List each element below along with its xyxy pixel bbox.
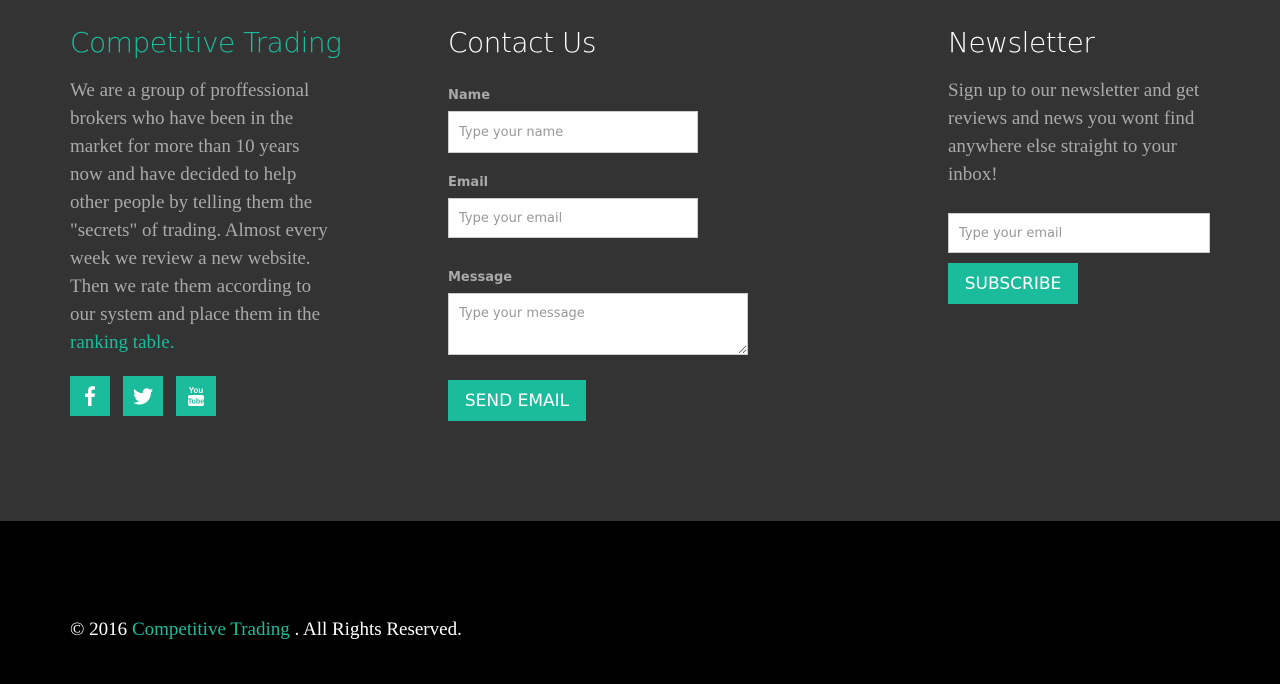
social-links: You Tube [70,376,216,416]
twitter-icon [133,387,153,405]
newsletter-title: Newsletter [948,26,1095,59]
message-textarea[interactable] [448,293,748,355]
svg-text:Tube: Tube [188,399,204,406]
youtube-button[interactable]: You Tube [176,376,216,416]
newsletter-email-input[interactable] [948,213,1210,253]
copyright-text: © 2016 Competitive Trading . All Rights … [70,619,462,641]
about-text: We are a group of proffessional brokers … [70,77,332,357]
name-label: Name [448,88,491,103]
email-input[interactable] [448,198,698,238]
svg-text:You: You [189,386,204,395]
ranking-table-link[interactable]: ranking table. [70,332,174,353]
subscribe-button[interactable]: SUBSCRIBE [948,263,1078,304]
email-label: Email [448,175,489,190]
copyright-prefix: © 2016 [70,619,128,640]
about-description: We are a group of proffessional brokers … [70,80,328,325]
send-email-button[interactable]: SEND EMAIL [448,380,586,421]
brand-link[interactable]: Competitive Trading [132,619,290,640]
facebook-button[interactable] [70,376,110,416]
copyright-suffix: . All Rights Reserved. [294,619,462,640]
contact-title: Contact Us [448,26,596,59]
footer-top-section: Competitive Trading We are a group of pr… [0,0,1280,521]
message-label: Message [448,270,513,285]
footer-bottom-bar: © 2016 Competitive Trading . All Rights … [0,521,1280,684]
facebook-icon [85,386,95,406]
name-input[interactable] [448,111,698,153]
twitter-button[interactable] [123,376,163,416]
newsletter-text: Sign up to our newsletter and get review… [948,80,1200,185]
youtube-icon: You Tube [187,385,205,407]
about-title: Competitive Trading [70,26,342,59]
